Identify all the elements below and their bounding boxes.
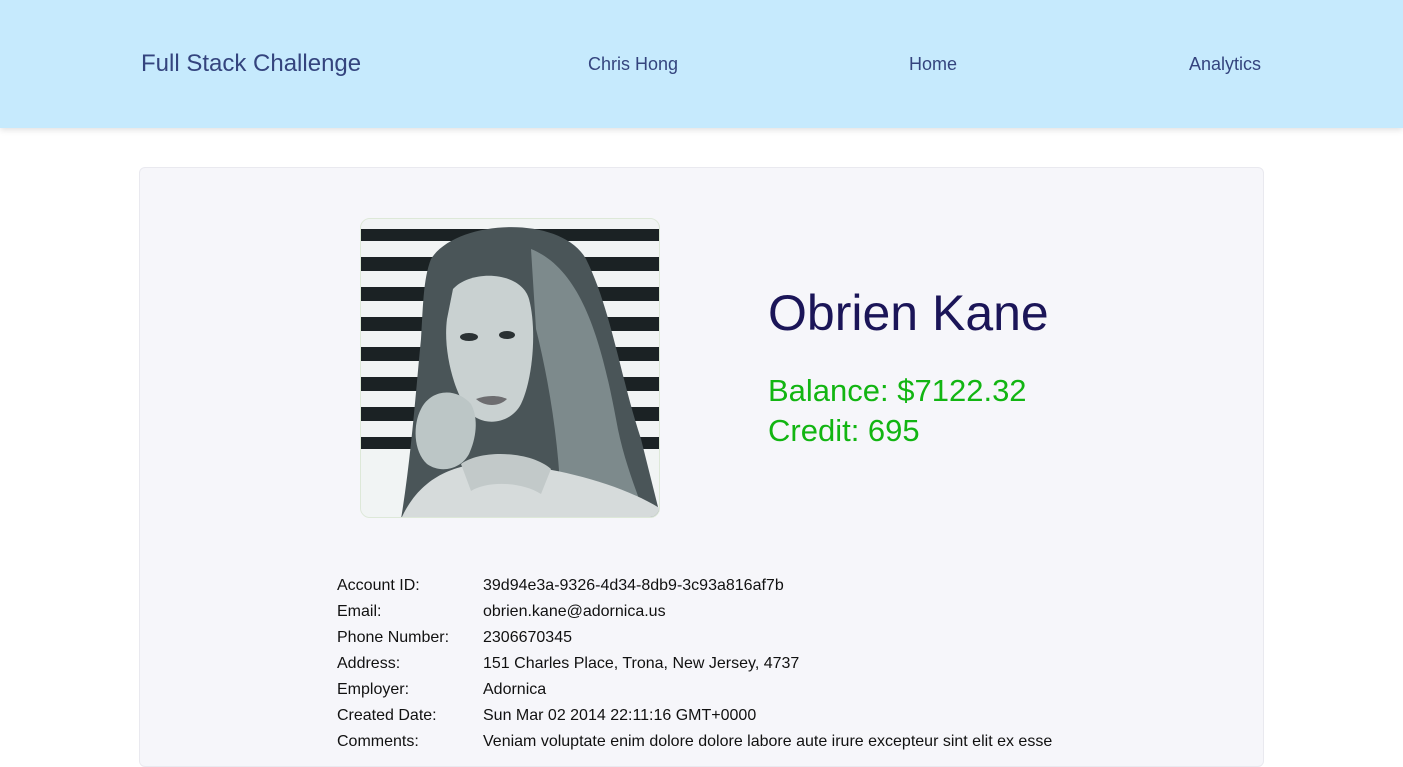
credit-text: Credit: 695 [768,413,920,448]
nav-analytics-link[interactable]: Analytics [1189,52,1261,76]
detail-row-employer: Employer: Adornica [337,677,1137,703]
detail-row-created-date: Created Date: Sun Mar 02 2014 22:11:16 G… [337,703,1137,729]
detail-value: 2306670345 [483,629,572,646]
top-navbar: Full Stack Challenge Chris Hong Home Ana… [0,0,1403,128]
detail-row-address: Address: 151 Charles Place, Trona, New J… [337,651,1137,677]
detail-row-account-id: Account ID: 39d94e3a-9326-4d34-8db9-3c93… [337,573,1137,599]
detail-label: Email: [337,603,382,620]
detail-value: Sun Mar 02 2014 22:11:16 GMT+0000 [483,707,757,724]
detail-label: Account ID: [337,577,420,594]
detail-value: obrien.kane@adornica.us [483,603,666,620]
customer-name: Obrien Kane [768,285,1049,341]
profile-photo [360,218,660,518]
nav-user-link[interactable]: Chris Hong [588,52,678,76]
profile-photo-icon [361,219,659,517]
detail-row-email: Email: obrien.kane@adornica.us [337,599,1137,625]
detail-row-comments: Comments: Veniam voluptate enim dolore d… [337,729,1137,755]
brand-link[interactable]: Full Stack Challenge [141,49,361,79]
detail-value: Adornica [483,681,547,698]
balance-text: Balance: $7122.32 [768,373,1027,408]
detail-value: 39d94e3a-9326-4d34-8db9-3c93a816af7b [483,577,784,594]
detail-row-phone: Phone Number: 2306670345 [337,625,1137,651]
detail-value: Veniam voluptate enim dolore dolore labo… [483,733,1053,750]
detail-label: Created Date: [337,707,437,724]
detail-value: 151 Charles Place, Trona, New Jersey, 47… [483,655,800,672]
detail-label: Employer: [337,681,410,698]
detail-label: Phone Number: [337,629,450,646]
detail-label: Address: [337,655,401,672]
details-list: Account ID: 39d94e3a-9326-4d34-8db9-3c93… [337,573,1137,755]
nav-home-link[interactable]: Home [909,52,957,76]
detail-label: Comments: [337,733,419,750]
